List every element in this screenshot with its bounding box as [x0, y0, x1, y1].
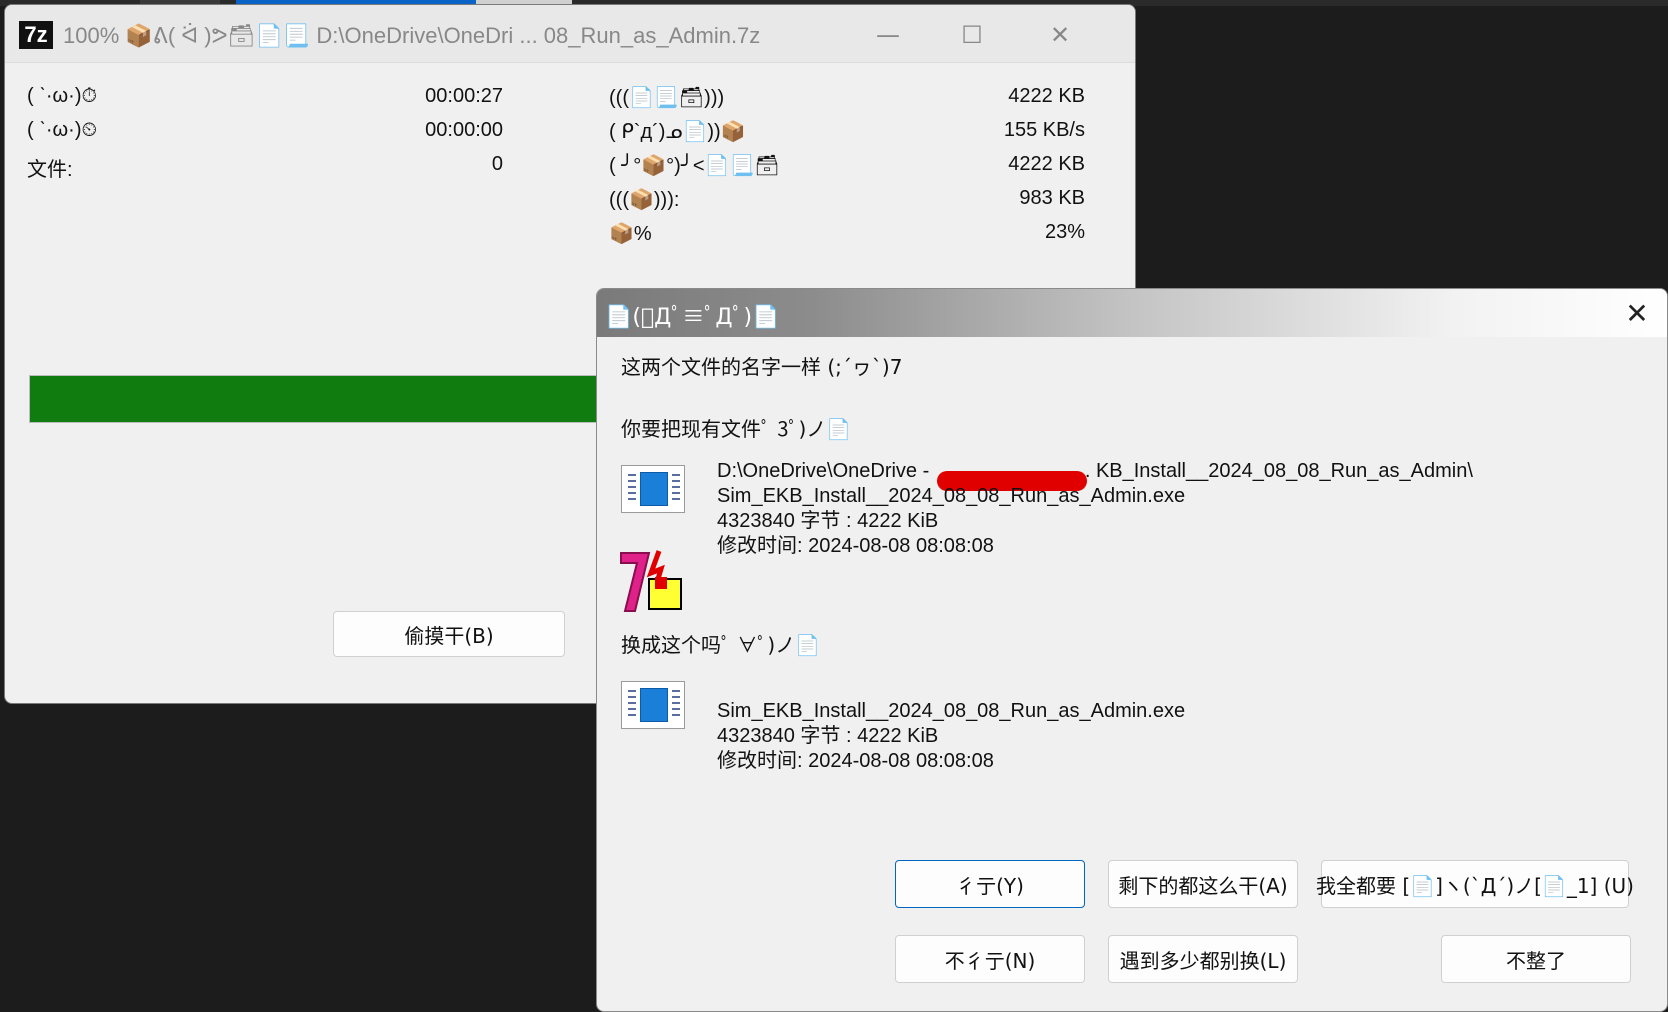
yes-button[interactable]: 彳亍(Y)	[895, 860, 1085, 908]
confirm-replace-dialog: 📄(ﾟДﾟ≡ﾟДﾟ)📄 ✕ 这两个文件的名字一样 (;´ヮ`)7 你要把现有文件…	[596, 288, 1668, 1012]
7zip-archive-icon	[620, 550, 682, 612]
no-to-all-button[interactable]: 遇到多少都别换(L)	[1108, 935, 1298, 983]
elapsed-time-value: 00:00:27	[425, 85, 503, 107]
with-this-prompt: 换成这个吗ﾟ ∀ﾟ)ノ📄	[621, 633, 821, 657]
incoming-file-name: Sim_EKB_Install__2024_08_08_Run_as_Admin…	[717, 700, 1186, 722]
dialog-close-icon[interactable]: ✕	[1615, 293, 1659, 333]
speed-value: 155 KB/s	[1003, 119, 1085, 141]
elapsed-time-label: ( ˋ·ω·)⏱	[27, 85, 98, 107]
total-size-value: 4222 KB	[1008, 85, 1085, 107]
remaining-time-label: ( ˋ·ω·)⏲	[27, 119, 98, 141]
close-icon[interactable]: ✕	[1033, 15, 1087, 55]
auto-rename-button[interactable]: 我全都要 [📄]ヽ(`Д´)ノ[📄_1] (U)	[1316, 860, 1634, 908]
ratio-label: 📦%	[609, 223, 652, 245]
processed-label: ( ╯°📦°)╯<📄📃🗃	[609, 155, 780, 177]
no-button[interactable]: 不彳亍(N)	[895, 935, 1085, 983]
ratio-value: 23%	[1044, 221, 1085, 243]
cancel-button[interactable]: 不整了	[1441, 935, 1631, 983]
processed-value: 4222 KB	[1008, 153, 1085, 175]
dialog-title: 📄(ﾟДﾟ≡ﾟДﾟ)📄	[605, 305, 780, 330]
incoming-file-size: 4323840 字节 : 4222 KiB	[717, 725, 939, 747]
files-value: 0	[491, 153, 503, 175]
speed-label: ( ᑭ`д´)ᓄ📄))📦	[609, 121, 746, 143]
compressed-label: (((📦))):	[609, 189, 680, 211]
existing-file-path-start: D:\OneDrive\OneDrive -	[717, 460, 930, 482]
title-bar[interactable]: 7z 100% 📦ᕕ( ᐛ )ᕗ🗃📄📃 D:\OneDrive\OneDri .…	[5, 5, 1135, 63]
dialog-title-bar[interactable]: 📄(ﾟДﾟ≡ﾟДﾟ)📄 ✕	[597, 289, 1667, 337]
existing-file-modified: 修改时间: 2024-08-08 08:08:08	[717, 535, 994, 557]
total-size-label: (((📄📃🗃)))	[609, 87, 725, 109]
exe-file-icon	[621, 465, 685, 513]
files-label: 文件:	[27, 159, 73, 181]
replace-existing-prompt: 你要把现有文件ﾟ 3ﾟ)ノ📄	[621, 417, 852, 441]
existing-file-path: D:\OneDrive\OneDrive - .. KB_Install__202…	[717, 459, 1473, 484]
existing-file-size: 4323840 字节 : 4222 KiB	[717, 510, 939, 532]
window-title: 100% 📦ᕕ( ᐛ )ᕗ🗃📄📃 D:\OneDrive\OneDri ... …	[63, 23, 761, 48]
incoming-file-modified: 修改时间: 2024-08-08 08:08:08	[717, 750, 994, 772]
compressed-value: 983 KB	[1019, 187, 1085, 209]
same-name-message: 这两个文件的名字一样 (;´ヮ`)7	[621, 355, 903, 379]
existing-file-name: Sim_EKB_Install__2024_08_08_Run_as_Admin…	[717, 485, 1186, 507]
minimize-icon[interactable]: —	[861, 15, 915, 55]
yes-to-all-button[interactable]: 剩下的都这么干(A)	[1108, 860, 1298, 908]
maximize-icon[interactable]: ☐	[945, 15, 999, 55]
existing-file-path-end: .. KB_Install__2024_08_08_Run_as_Admin\	[1079, 460, 1473, 482]
remaining-time-value: 00:00:00	[425, 119, 503, 141]
7zip-app-icon: 7z	[19, 21, 53, 49]
background-button[interactable]: 偷摸干(B)	[333, 611, 565, 657]
exe-file-icon	[621, 681, 685, 729]
